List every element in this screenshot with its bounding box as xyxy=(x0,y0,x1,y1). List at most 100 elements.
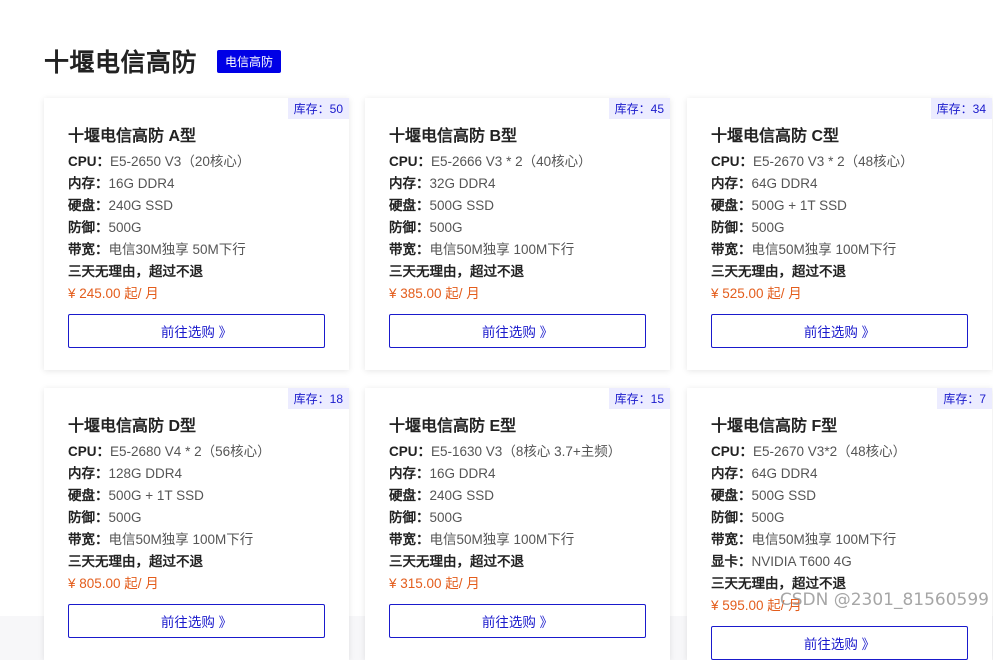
spec-row: 内存：32G DDR4 xyxy=(389,173,660,195)
spec-row: CPU：E5-2666 V3 * 2（40核心） xyxy=(389,151,660,173)
spec-separator: ： xyxy=(738,198,752,213)
spec-separator: ： xyxy=(739,444,754,459)
spec-separator: ： xyxy=(738,466,752,481)
spec-value: 500G xyxy=(108,510,142,525)
spec-row: 带宽：电信30M独享 50M下行 xyxy=(68,239,339,261)
spec-row: 硬盘：240G SSD xyxy=(389,485,660,507)
spec-value: 500G + 1T SSD xyxy=(108,488,204,503)
spec-value: 电信50M独享 100M下行 xyxy=(429,532,575,547)
spec-value: 128G DDR4 xyxy=(108,466,183,481)
spec-value: 500G SSD xyxy=(751,488,817,503)
spec-label: 内存 xyxy=(68,466,95,481)
spec-value: 64G DDR4 xyxy=(751,176,818,191)
spec-separator: ： xyxy=(738,554,752,569)
buy-now-button[interactable]: 前往选购 》 xyxy=(711,626,968,660)
spec-label: 内存 xyxy=(711,466,738,481)
spec-value: E5-1630 V3（8核心 3.7+主频） xyxy=(431,444,622,459)
stock-badge: 库存：18 xyxy=(287,388,349,409)
spec-row: 硬盘：500G + 1T SSD xyxy=(68,485,339,507)
price: ¥ 525.00 起/ 月 xyxy=(711,286,802,301)
product-card: 库存：7 十堰电信高防 F型 CPU：E5-2670 V3*2（48核心） 内存：64… xyxy=(687,388,992,660)
spec-row: 防御：500G xyxy=(68,217,339,239)
spec-value: E5-2670 V3 * 2（48核心） xyxy=(753,154,914,169)
spec-value: E5-2680 V4 * 2（56核心） xyxy=(110,444,271,459)
spec-value: 电信50M独享 100M下行 xyxy=(429,242,575,257)
spec-label: CPU xyxy=(389,154,418,169)
spec-label: 内存 xyxy=(389,176,416,191)
spec-row: 防御：500G xyxy=(711,217,982,239)
spec-list: CPU：E5-2666 V3 * 2（40核心） 内存：32G DDR4 硬盘：50… xyxy=(389,151,660,305)
spec-separator: ： xyxy=(95,466,109,481)
spec-label: 硬盘 xyxy=(711,198,738,213)
spec-separator: ： xyxy=(738,488,752,503)
spec-label: 带宽 xyxy=(389,242,416,257)
refund-policy: 三天无理由，超过不退 xyxy=(68,554,203,569)
spec-separator: ： xyxy=(96,444,111,459)
spec-label: 防御 xyxy=(711,220,738,235)
spec-row: 防御：500G xyxy=(68,507,339,529)
spec-separator: ： xyxy=(95,176,109,191)
buy-now-button[interactable]: 前往选购 》 xyxy=(68,314,325,348)
spec-value: 16G DDR4 xyxy=(108,176,175,191)
spec-separator: ： xyxy=(416,176,430,191)
price: ¥ 245.00 起/ 月 xyxy=(68,286,159,301)
spec-label: 内存 xyxy=(68,176,95,191)
spec-row: 硬盘：500G SSD xyxy=(711,485,982,507)
product-card: 库存：34 十堰电信高防 C型 CPU：E5-2670 V3 * 2（48核心） 内存… xyxy=(687,98,992,370)
buy-now-button[interactable]: 前往选购 》 xyxy=(711,314,968,348)
spec-label: 带宽 xyxy=(68,532,95,547)
watermark: CSDN @2301_81560599 xyxy=(779,590,989,610)
spec-label: 带宽 xyxy=(711,532,738,547)
buy-now-button[interactable]: 前往选购 》 xyxy=(389,604,646,638)
spec-label: 内存 xyxy=(711,176,738,191)
spec-list: CPU：E5-2680 V4 * 2（56核心） 内存：128G DDR4 硬盘：5… xyxy=(68,441,339,595)
spec-separator: ： xyxy=(95,532,109,547)
spec-row: CPU：E5-2650 V3（20核心） xyxy=(68,151,339,173)
product-card: 库存：45 十堰电信高防 B型 CPU：E5-2666 V3 * 2（40核心） 内存… xyxy=(365,98,670,370)
spec-separator: ： xyxy=(417,154,432,169)
product-card: 库存：15 十堰电信高防 E型 CPU：E5-1630 V3（8核心 3.7+主频）… xyxy=(365,388,670,660)
card-title: 十堰电信高防 A型 xyxy=(68,128,197,145)
card-title: 十堰电信高防 D型 xyxy=(68,418,197,435)
spec-row: 内存：16G DDR4 xyxy=(389,463,660,485)
buy-now-button[interactable]: 前往选购 》 xyxy=(389,314,646,348)
section-header: 十堰电信高防 电信高防 xyxy=(44,44,282,78)
spec-separator: ： xyxy=(738,532,752,547)
spec-row: 硬盘：240G SSD xyxy=(68,195,339,217)
spec-row: 带宽：电信50M独享 100M下行 xyxy=(68,529,339,551)
spec-row: 内存：64G DDR4 xyxy=(711,463,982,485)
spec-separator: ： xyxy=(416,220,430,235)
refund-policy: 三天无理由，超过不退 xyxy=(711,264,846,279)
product-card: 库存：50 十堰电信高防 A型 CPU：E5-2650 V3（20核心） 内存：16G… xyxy=(44,98,349,370)
spec-value: 32G DDR4 xyxy=(429,176,496,191)
stock-badge: 库存：45 xyxy=(608,98,670,119)
card-title: 十堰电信高防 C型 xyxy=(711,128,840,145)
spec-separator: ： xyxy=(416,198,430,213)
stock-badge: 库存：50 xyxy=(287,98,349,119)
spec-row: 显卡：NVIDIA T600 4G xyxy=(711,551,982,573)
section-title: 十堰电信高防 xyxy=(44,49,198,77)
spec-separator: ： xyxy=(95,220,109,235)
spec-separator: ： xyxy=(738,242,752,257)
spec-label: CPU xyxy=(711,154,740,169)
spec-value: 电信50M独享 100M下行 xyxy=(751,532,897,547)
spec-separator: ： xyxy=(95,242,109,257)
spec-label: 硬盘 xyxy=(68,198,95,213)
spec-row: 内存：16G DDR4 xyxy=(68,173,339,195)
spec-separator: ： xyxy=(738,176,752,191)
buy-now-button[interactable]: 前往选购 》 xyxy=(68,604,325,638)
spec-row: CPU：E5-2670 V3*2（48核心） xyxy=(711,441,982,463)
spec-label: 防御 xyxy=(68,510,95,525)
spec-separator: ： xyxy=(95,198,109,213)
spec-row: 防御：500G xyxy=(389,507,660,529)
spec-separator: ： xyxy=(738,510,752,525)
spec-label: CPU xyxy=(389,444,418,459)
card-title: 十堰电信高防 B型 xyxy=(389,128,518,145)
spec-row: CPU：E5-2680 V4 * 2（56核心） xyxy=(68,441,339,463)
spec-row: CPU：E5-1630 V3（8核心 3.7+主频） xyxy=(389,441,660,463)
spec-value: E5-2650 V3（20核心） xyxy=(110,154,251,169)
spec-row: 防御：500G xyxy=(711,507,982,529)
card-title: 十堰电信高防 F型 xyxy=(711,418,838,435)
spec-label: 显卡 xyxy=(711,554,738,569)
spec-value: E5-2670 V3*2（48核心） xyxy=(753,444,907,459)
